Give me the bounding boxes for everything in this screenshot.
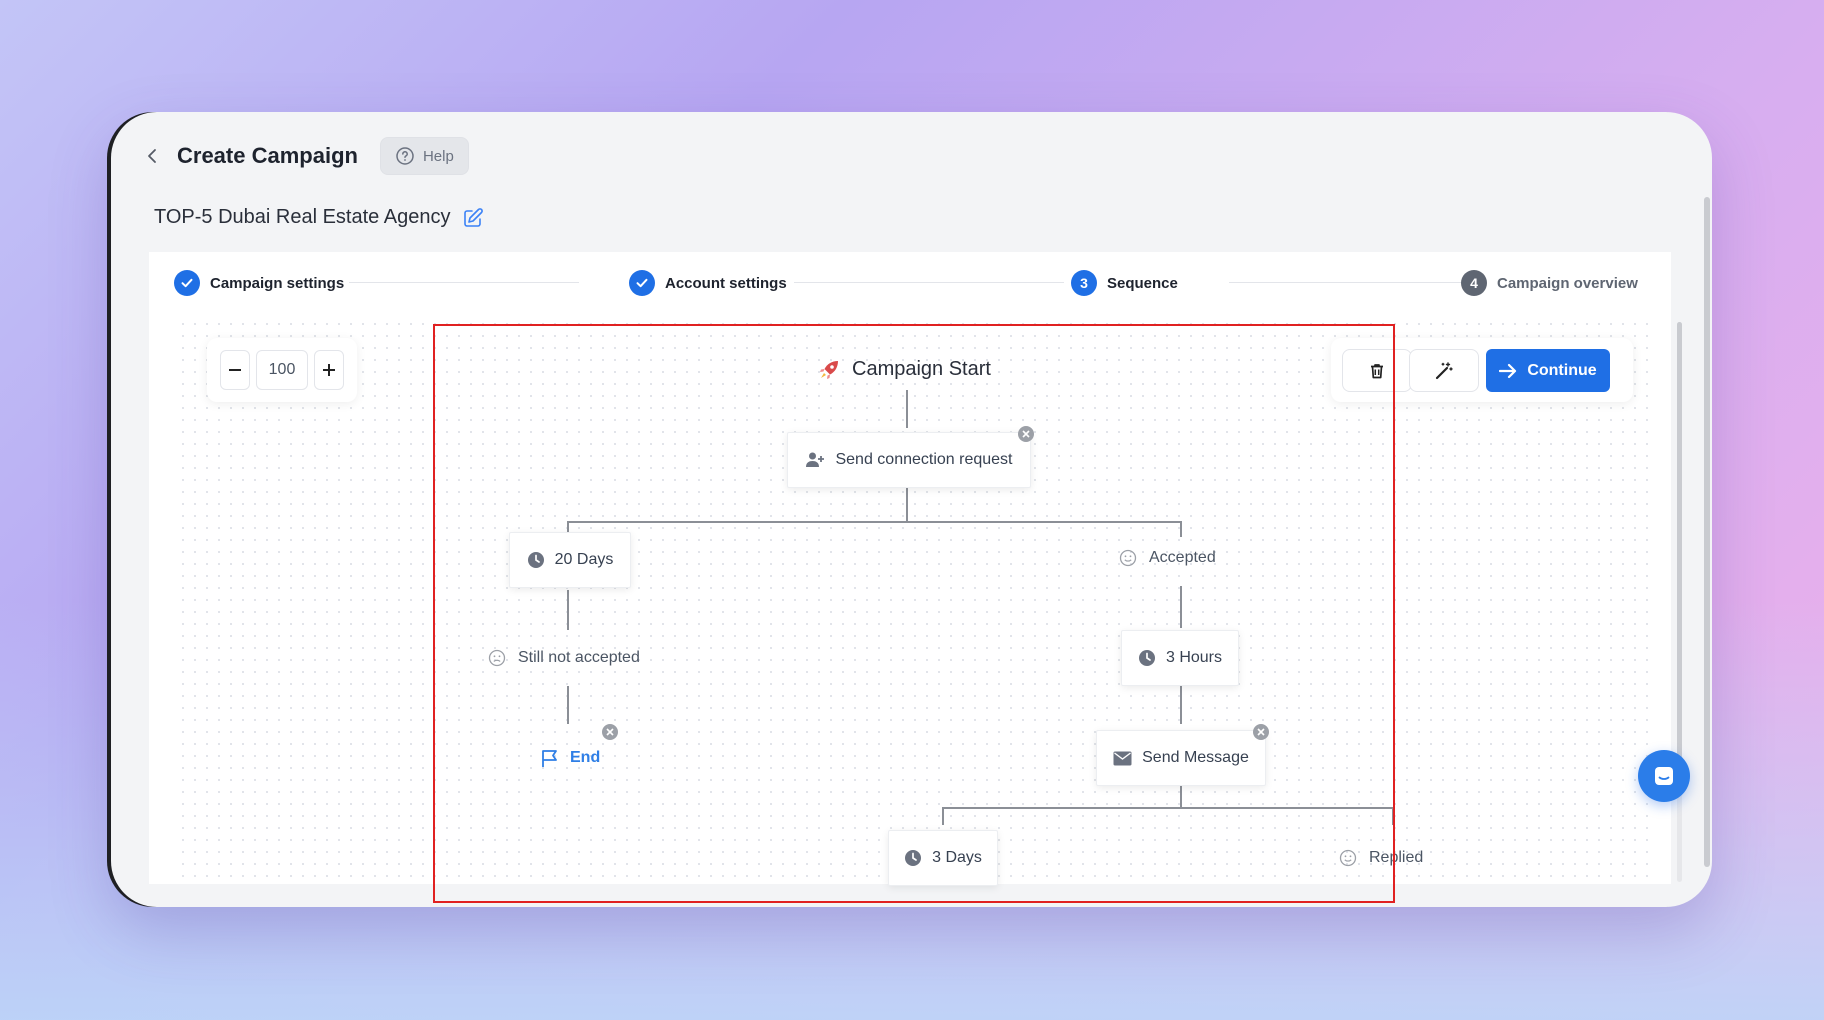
step-connector: [349, 282, 579, 283]
campaign-panel: Campaign settings Account settings 3 Seq…: [149, 252, 1682, 884]
send-message-label: Send Message: [1142, 749, 1249, 766]
continue-button[interactable]: Continue: [1486, 349, 1610, 392]
magic-wand-button[interactable]: [1409, 349, 1479, 392]
check-icon: [629, 270, 655, 296]
sad-face-icon: [488, 649, 506, 667]
end-label: End: [570, 749, 601, 766]
connector: [567, 686, 569, 724]
wait-20-days-label: 20 Days: [554, 551, 614, 568]
minus-icon: [229, 369, 241, 371]
campaign-name-row: TOP-5 Dubai Real Estate Agency: [154, 206, 484, 229]
wait-3-hours-node[interactable]: 3 Hours: [1121, 630, 1239, 686]
chat-icon: [1655, 767, 1673, 785]
remove-node-button[interactable]: [602, 724, 618, 740]
page-title: Create Campaign: [177, 143, 358, 168]
connector: [942, 807, 1394, 809]
help-button[interactable]: Help: [379, 137, 469, 175]
delete-button[interactable]: [1342, 349, 1412, 392]
connector: [567, 521, 1182, 523]
wait-3-hours-label: 3 Hours: [1165, 649, 1223, 666]
app-window: Create Campaign Help TOP-5 Dubai Real Es…: [111, 112, 1712, 907]
check-icon: [174, 270, 200, 296]
rocket-icon: [820, 360, 838, 379]
step-label: Campaign overview: [1497, 274, 1638, 292]
zoom-in-button[interactable]: [314, 350, 344, 390]
connector: [1180, 521, 1182, 537]
remove-node-button[interactable]: [1018, 426, 1034, 442]
close-icon: [1022, 430, 1030, 438]
step-label: Campaign settings: [210, 274, 345, 292]
smile-icon: [1119, 549, 1137, 567]
connector: [1180, 686, 1182, 724]
close-icon: [1257, 728, 1265, 736]
send-message-node[interactable]: Send Message: [1096, 730, 1266, 786]
edit-icon[interactable]: [462, 207, 484, 229]
plus-icon: [323, 364, 335, 376]
zoom-level[interactable]: 100: [256, 350, 308, 390]
arrow-right-icon: [1499, 363, 1517, 378]
step-account-settings[interactable]: Account settings: [629, 270, 787, 296]
back-button[interactable]: [141, 145, 163, 167]
smile-icon: [1339, 849, 1357, 867]
connector: [1180, 786, 1182, 808]
remove-node-button[interactable]: [1253, 724, 1269, 740]
wait-20-days-node[interactable]: 20 Days: [509, 532, 631, 588]
send-connection-request-label: Send connection request: [835, 451, 1013, 468]
sequence-canvas[interactable]: 100 Continue: [177, 318, 1657, 884]
continue-button-label: Continue: [1527, 361, 1597, 379]
user-plus-icon: [806, 452, 825, 467]
campaign-start-node: Campaign Start: [818, 358, 991, 381]
help-button-label: Help: [422, 147, 454, 165]
magic-wand-icon: [1435, 361, 1453, 379]
page-header: Create Campaign Help: [141, 137, 469, 175]
accepted-condition[interactable]: Accepted: [1119, 549, 1216, 567]
stepper: Campaign settings Account settings 3 Seq…: [149, 252, 1671, 322]
step-campaign-overview[interactable]: 4 Campaign overview: [1461, 270, 1638, 296]
canvas-scrollbar-thumb[interactable]: [1677, 322, 1682, 762]
window-scrollbar[interactable]: [1704, 197, 1710, 867]
step-number: 3: [1071, 270, 1097, 296]
trash-icon: [1371, 363, 1383, 378]
connector: [906, 488, 908, 522]
step-label: Account settings: [665, 274, 787, 292]
canvas-toolbar: Continue: [1331, 338, 1633, 402]
clock-icon: [1138, 650, 1155, 666]
campaign-start-label: Campaign Start: [852, 358, 991, 380]
campaign-name: TOP-5 Dubai Real Estate Agency: [154, 206, 451, 228]
connector: [1392, 807, 1394, 825]
still-not-accepted-label: Still not accepted: [518, 649, 640, 666]
step-connector: [794, 282, 1064, 283]
flag-icon: [542, 750, 557, 767]
end-node[interactable]: End: [540, 748, 600, 768]
connector: [942, 807, 944, 825]
clock-icon: [905, 850, 922, 866]
step-sequence[interactable]: 3 Sequence: [1071, 270, 1178, 296]
zoom-out-button[interactable]: [220, 350, 250, 390]
connector: [906, 390, 908, 428]
question-circle-icon: [396, 147, 414, 165]
step-number: 4: [1461, 270, 1487, 296]
wait-3-days-label: 3 Days: [932, 849, 982, 866]
connector: [567, 590, 569, 630]
chat-button[interactable]: [1638, 750, 1690, 802]
wait-3-days-node[interactable]: 3 Days: [888, 830, 998, 886]
zoom-controls: 100: [207, 338, 357, 402]
still-not-accepted-condition[interactable]: Still not accepted: [488, 649, 640, 667]
step-campaign-settings[interactable]: Campaign settings: [174, 270, 345, 296]
envelope-icon: [1113, 751, 1132, 765]
send-connection-request-node[interactable]: Send connection request: [787, 432, 1031, 488]
connector: [1180, 586, 1182, 628]
replied-label: Replied: [1369, 849, 1424, 866]
step-connector: [1229, 282, 1489, 283]
replied-condition[interactable]: Replied: [1339, 849, 1423, 867]
accepted-label: Accepted: [1149, 549, 1216, 566]
chevron-left-icon: [148, 149, 156, 163]
clock-icon: [527, 552, 544, 568]
close-icon: [606, 728, 614, 736]
step-label: Sequence: [1107, 274, 1178, 292]
